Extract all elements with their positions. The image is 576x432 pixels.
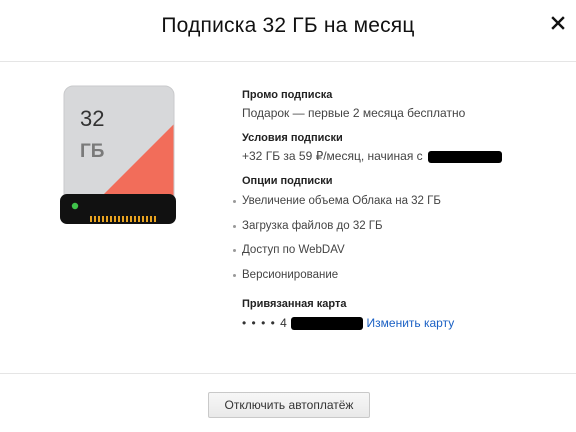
dialog-header: Подписка 32 ГБ на месяц [0, 0, 576, 62]
bullet-icon [233, 273, 236, 277]
card-section: Привязанная карта • • • • 4 Изменить кар… [242, 297, 562, 332]
terms-text: +32 ГБ за 59 ₽/месяц, начиная с [242, 149, 423, 163]
list-item: Версионирование [233, 264, 562, 289]
terms-section: Условия подписки +32 ГБ за 59 ₽/месяц, н… [242, 131, 562, 165]
disable-autopay-button[interactable]: Отключить автоплатёж [208, 392, 370, 418]
subscription-details: Промо подписка Подарок — первые 2 месяца… [233, 88, 562, 341]
option-label: Увеличение объема Облака на 32 ГБ [242, 195, 441, 207]
change-card-link[interactable]: Изменить карту [367, 316, 455, 330]
drive-size-value: 32 [80, 106, 104, 131]
option-label: Версионирование [242, 268, 339, 281]
hard-drive-icon: 32 ГБ [58, 84, 184, 234]
promo-section: Промо подписка Подарок — первые 2 месяца… [242, 88, 562, 122]
close-icon[interactable] [547, 12, 569, 34]
dialog-content: 32 ГБ Промо подписка Подарок — первые 2 … [0, 62, 576, 373]
list-item: Загрузка файлов до 32 ГБ [233, 215, 562, 240]
dialog-title: Подписка 32 ГБ на месяц [161, 14, 415, 37]
option-label: Загрузка файлов до 32 ГБ [242, 219, 383, 232]
bullet-icon [233, 224, 236, 228]
redacted-date [428, 150, 502, 163]
masked-card-number: • • • • 4 [242, 316, 288, 330]
subscription-dialog: Подписка 32 ГБ на месяц 32 ГБ Промо подп… [0, 0, 576, 431]
bullet-icon [233, 200, 236, 203]
list-item: Увеличение объема Облака на 32 ГБ [233, 190, 562, 215]
terms-title: Условия подписки [242, 132, 343, 144]
options-section: Опции подписки Увеличение объема Облака … [233, 174, 562, 289]
redacted-card-digits [291, 317, 364, 331]
list-item: Доступ по WebDAV [233, 239, 562, 264]
options-list: Увеличение объема Облака на 32 ГБ Загруз… [233, 190, 562, 289]
drive-size-unit: ГБ [80, 141, 104, 162]
dialog-footer: Отключить автоплатёж [0, 373, 576, 432]
option-label: Доступ по WebDAV [242, 244, 345, 256]
promo-title: Промо подписка [242, 89, 333, 101]
options-title: Опции подписки [242, 175, 333, 187]
promo-text: Подарок — первые 2 месяца бесплатно [242, 106, 466, 120]
terms-line: +32 ГБ за 59 ₽/месяц, начиная с [242, 147, 562, 165]
card-line: • • • • 4 Изменить карту [242, 314, 562, 332]
bullet-icon [233, 249, 236, 252]
card-title: Привязанная карта [242, 298, 347, 310]
